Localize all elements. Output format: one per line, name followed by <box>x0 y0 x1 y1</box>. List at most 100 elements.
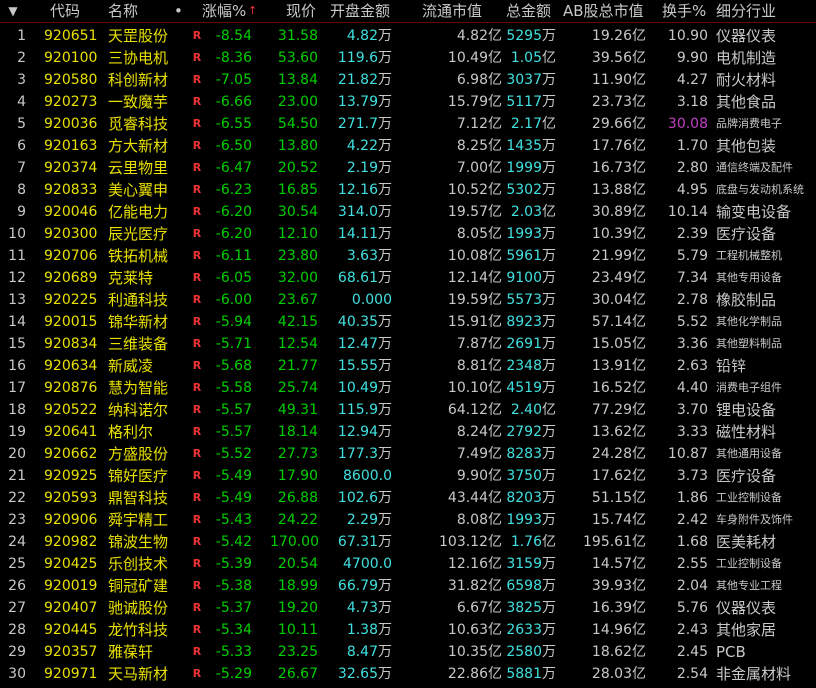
stock-name: 美心翼申 <box>108 181 169 199</box>
table-row[interactable]: 27 920407 驰诚股份 R -5.37 19.20 4.73万 6.67亿 3825万 16… <box>0 597 816 619</box>
turnover-rate: 2.04 <box>676 578 708 594</box>
r-marker-icon: R <box>192 447 202 460</box>
r-marker-icon: R <box>192 183 202 196</box>
table-row[interactable]: 28 920445 龙竹科技 R -5.34 10.11 1.38万 10.63亿 2633万 1… <box>0 619 816 641</box>
col-header-total-amount[interactable]: 总金额 <box>506 0 556 22</box>
col-header-ab-total-cap[interactable]: AB股总市值 <box>563 0 649 22</box>
current-price: 54.50 <box>277 116 318 132</box>
table-row[interactable]: 17 920876 慧为智能 R -5.58 25.74 10.49万 10.10亿 4519万… <box>0 377 816 399</box>
open-amount-unit: 万 <box>378 512 392 528</box>
table-row[interactable]: 5 920036 觅睿科技 R -6.55 54.50 271.7万 7.12亿 2.17亿 29… <box>0 113 816 135</box>
total-amount: 1993万 <box>506 509 556 531</box>
current-price: 27.73 <box>277 446 318 462</box>
open-amount-unit: 万 <box>378 336 392 352</box>
table-row[interactable]: 10 920300 辰光医疗 R -6.20 12.10 14.11万 8.05亿 1993万 1… <box>0 223 816 245</box>
total-amount-value: 2.40 <box>510 402 542 418</box>
table-row[interactable]: 19 920641 格利尔 R -5.57 18.14 12.94万 8.24亿 2792万 13… <box>0 421 816 443</box>
float-market-cap: 31.82亿 <box>447 578 502 594</box>
industry: 其他包装 <box>716 137 777 155</box>
table-row[interactable]: 22 920593 鼎智科技 R -5.49 26.88 102.6万 43.44亿 8203万… <box>0 487 816 509</box>
total-amount-value: 5117 <box>506 94 542 110</box>
current-price: 21.77 <box>277 358 318 374</box>
table-row[interactable]: 30 920971 天马新材 R -5.29 26.67 32.65万 22.86亿 5881万… <box>0 663 816 685</box>
stock-name: 觅睿科技 <box>108 115 169 133</box>
change-pct: -5.57 <box>215 424 252 440</box>
col-header-turnover[interactable]: 换手% <box>662 0 708 22</box>
row-index: 5 <box>17 116 26 132</box>
open-amount: 12.47万 <box>328 333 392 355</box>
table-row[interactable]: 23 920906 舜宇精工 R -5.43 24.22 2.29万 8.08亿 1993万 15… <box>0 509 816 531</box>
table-row[interactable]: 24 920982 锦波生物 R -5.42 170.00 67.31万 103.12亿 1.7… <box>0 531 816 553</box>
table-header: ▼ 代码 名称 • 涨幅% ↑ 现价 开盘金额 流通市值 总金额 AB股总市值 … <box>0 0 816 23</box>
table-row[interactable]: 1 920651 天罡股份 R -8.54 31.58 4.82万 4.82亿 5295万 19.… <box>0 25 816 47</box>
col-header-change-pct[interactable]: 涨幅% <box>202 0 248 22</box>
r-marker-icon: R <box>192 557 202 570</box>
ab-total-market-cap: 39.56亿 <box>591 50 646 66</box>
table-row[interactable]: 2 920100 三协电机 R -8.36 53.60 119.6万 10.49亿 1.05亿 3… <box>0 47 816 69</box>
sort-down-icon[interactable]: ▼ <box>6 0 20 22</box>
table-row[interactable]: 11 920706 铁拓机械 R -6.11 23.80 3.63万 10.08亿 5961万 2… <box>0 245 816 267</box>
float-market-cap: 19.57亿 <box>447 204 502 220</box>
industry: 通信终端及配件 <box>716 161 793 174</box>
table-row[interactable]: 12 920689 克莱特 R -6.05 32.00 68.61万 12.14亿 9100万 2… <box>0 267 816 289</box>
change-pct: -6.20 <box>215 226 252 242</box>
table-row[interactable]: 3 920580 科创新材 R -7.05 13.84 21.82万 6.98亿 3037万 11… <box>0 69 816 91</box>
ab-total-market-cap: 195.61亿 <box>583 534 646 550</box>
row-index: 11 <box>8 248 26 264</box>
table-row[interactable]: 7 920374 云里物里 R -6.47 20.52 2.19万 7.00亿 1999万 16.… <box>0 157 816 179</box>
open-amount: 4.73万 <box>328 597 392 619</box>
table-row[interactable]: 4 920273 一致魔芋 R -6.66 23.00 13.79万 15.79亿 5117万 2… <box>0 91 816 113</box>
open-amount-unit: 万 <box>378 226 392 242</box>
float-market-cap: 6.98亿 <box>456 72 502 88</box>
table-row[interactable]: 29 920357 雅葆轩 R -5.33 23.25 8.47万 10.35亿 2580万 18… <box>0 641 816 663</box>
table-row[interactable]: 9 920046 亿能电力 R -6.20 30.54 314.0万 19.57亿 2.03亿 3… <box>0 201 816 223</box>
turnover-rate: 5.52 <box>676 314 708 330</box>
total-amount: 5961万 <box>506 245 556 267</box>
ab-total-market-cap: 24.28亿 <box>591 446 646 462</box>
open-amount: 1.38万 <box>328 619 392 641</box>
table-row[interactable]: 16 920634 新威凌 R -5.68 21.77 15.55万 8.81亿 2348万 13… <box>0 355 816 377</box>
open-amount-unit: 万 <box>378 578 392 594</box>
open-amount: 66.79万 <box>328 575 392 597</box>
total-amount: 1.76亿 <box>506 531 556 553</box>
turnover-rate: 10.14 <box>667 204 708 220</box>
ab-total-market-cap: 23.49亿 <box>591 270 646 286</box>
total-amount-unit: 万 <box>542 336 556 352</box>
col-header-name[interactable]: 名称 <box>108 0 148 22</box>
total-amount: 6598万 <box>506 575 556 597</box>
open-amount-value: 177.3 <box>337 446 378 462</box>
table-row[interactable]: 18 920522 纳科诺尔 R -5.57 49.31 115.9万 64.12亿 2.40亿… <box>0 399 816 421</box>
r-marker-icon: R <box>192 139 202 152</box>
table-row[interactable]: 25 920425 乐创技术 R -5.39 20.54 4700.0 12.16亿 3159万… <box>0 553 816 575</box>
stock-name: 锦华新材 <box>108 313 169 331</box>
table-row[interactable]: 26 920019 铜冠矿建 R -5.38 18.99 66.79万 31.82亿 6598万… <box>0 575 816 597</box>
col-header-code[interactable]: 代码 <box>50 0 90 22</box>
r-marker-icon: R <box>192 579 202 592</box>
col-header-industry[interactable]: 细分行业 <box>716 0 782 22</box>
row-index: 13 <box>8 292 26 308</box>
table-row[interactable]: 20 920662 方盛股份 R -5.52 27.73 177.3万 7.49亿 8283万 2… <box>0 443 816 465</box>
table-row[interactable]: 14 920015 锦华新材 R -5.94 42.15 40.35万 15.91亿 8923万… <box>0 311 816 333</box>
table-row[interactable]: 15 920834 三维装备 R -5.71 12.54 12.47万 7.87亿 2691万 1… <box>0 333 816 355</box>
col-header-price[interactable]: 现价 <box>286 0 322 22</box>
change-pct: -6.47 <box>215 160 252 176</box>
turnover-rate: 2.43 <box>676 622 708 638</box>
table-row[interactable]: 6 920163 方大新材 R -6.50 13.80 4.22万 8.25亿 1435万 17.… <box>0 135 816 157</box>
stock-code: 920925 <box>44 468 98 484</box>
change-pct: -5.43 <box>215 512 252 528</box>
stock-code: 920971 <box>44 666 98 682</box>
open-amount-value: 32.65 <box>337 666 378 682</box>
r-marker-icon: R <box>192 623 202 636</box>
table-row[interactable]: 21 920925 锦好医疗 R -5.49 17.90 8600.0 9.90亿 3750万 1… <box>0 465 816 487</box>
table-row[interactable]: 13 920225 利通科技 R -6.00 23.67 0.000 19.59亿 5573万 3… <box>0 289 816 311</box>
stock-code: 920100 <box>44 50 98 66</box>
r-marker-icon: R <box>192 491 202 504</box>
open-amount: 8.47万 <box>328 641 392 663</box>
open-amount-value: 8600.0 <box>343 468 392 484</box>
total-amount-unit: 万 <box>542 512 556 528</box>
col-header-open-amount[interactable]: 开盘金额 <box>330 0 396 22</box>
col-header-float-cap[interactable]: 流通市值 <box>422 0 488 22</box>
table-row[interactable]: 8 920833 美心翼申 R -6.23 16.85 12.16万 10.52亿 5302万 1… <box>0 179 816 201</box>
stock-code: 920876 <box>44 380 98 396</box>
total-amount-value: 5302 <box>506 182 542 198</box>
